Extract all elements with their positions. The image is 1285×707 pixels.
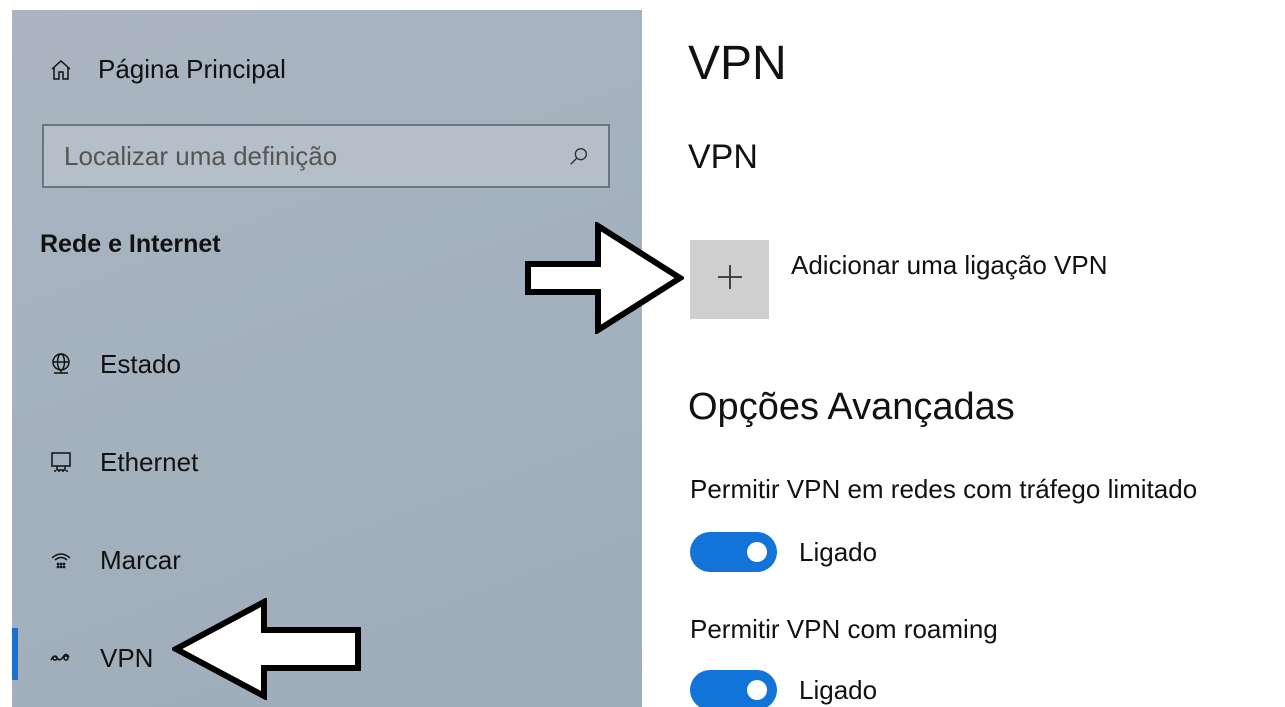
globe-icon: [48, 351, 74, 377]
toggle-state-label: Ligado: [799, 536, 878, 567]
sidebar-item-ethernet[interactable]: Ethernet: [48, 442, 198, 482]
sidebar-item-home[interactable]: Página Principal: [48, 54, 286, 85]
sidebar-item-estado[interactable]: Estado: [48, 344, 181, 384]
setting-metered-label: Permitir VPN em redes com tráfego limita…: [690, 474, 1198, 504]
toggle-state-label: Ligado: [799, 674, 878, 705]
sidebar-item-label: VPN: [100, 642, 154, 673]
home-icon: [48, 57, 74, 83]
sidebar-item-label: Ethernet: [100, 446, 199, 477]
search-input[interactable]: [64, 140, 544, 172]
metered-vpn-toggle[interactable]: [690, 532, 777, 572]
sidebar-item-marcar[interactable]: Marcar: [48, 540, 181, 580]
section-title: Rede e Internet: [40, 230, 221, 258]
add-vpn-button[interactable]: Adicionar uma ligação VPN: [690, 240, 1108, 319]
setting-roaming-label: Permitir VPN com roaming: [690, 614, 998, 644]
sidebar-item-label: Estado: [100, 348, 181, 379]
annotation-arrow-right: [525, 222, 684, 334]
ethernet-icon: [48, 449, 74, 475]
setting-roaming-toggle-row[interactable]: Ligado: [690, 670, 877, 707]
annotation-arrow-left: [172, 598, 361, 700]
vpn-icon: [48, 645, 74, 671]
setting-metered-toggle-row[interactable]: Ligado: [690, 532, 877, 572]
toggle-knob: [747, 680, 767, 700]
dial-up-icon: [48, 547, 74, 573]
sidebar-item-label: Página Principal: [98, 54, 286, 84]
section-heading: VPN: [688, 138, 758, 176]
page-title: VPN: [688, 37, 787, 90]
selected-indicator: [12, 628, 18, 680]
search-box[interactable]: [42, 124, 610, 188]
add-vpn-tile[interactable]: [690, 240, 769, 319]
plus-icon: [714, 261, 746, 298]
advanced-options-heading: Opções Avançadas: [688, 386, 1015, 428]
roaming-vpn-toggle[interactable]: [690, 670, 777, 707]
search-icon[interactable]: [566, 143, 592, 169]
sidebar-item-label: Marcar: [100, 544, 181, 575]
add-vpn-label[interactable]: Adicionar uma ligação VPN: [791, 250, 1108, 281]
sidebar-item-vpn[interactable]: VPN: [48, 638, 153, 678]
toggle-knob: [747, 542, 767, 562]
